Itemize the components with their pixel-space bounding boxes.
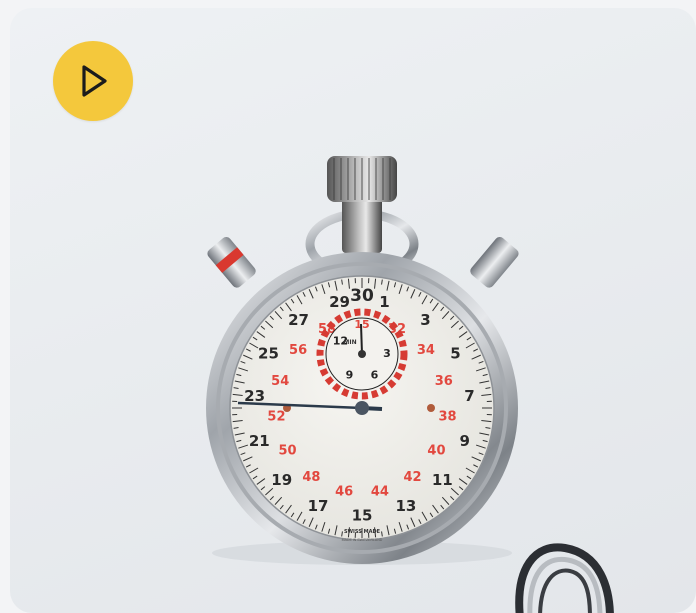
dial-number-red: 48 — [302, 470, 320, 485]
dial-number-red: 44 — [371, 485, 389, 500]
dial-number-red: 42 — [404, 470, 422, 485]
dial-number-black: 27 — [288, 311, 309, 329]
dial-number-red: 56 — [289, 343, 307, 358]
subdial-number: 9 — [346, 369, 354, 382]
dial-number-black: 9 — [459, 432, 469, 450]
play-icon — [82, 65, 107, 97]
dial-number-black: 17 — [308, 497, 329, 515]
subdial-number: 6 — [371, 369, 379, 382]
dial-number-red: 50 — [278, 444, 296, 459]
dial-number-black: 21 — [249, 432, 270, 450]
dial-number-top: 30 — [350, 286, 374, 306]
dial-number-black: 19 — [271, 471, 292, 489]
dial-number-black: 5 — [450, 345, 460, 363]
subdial-brand: MIN — [343, 339, 356, 346]
dial-number-red: 40 — [427, 444, 445, 459]
dial-number-red: 46 — [335, 485, 353, 500]
dial-number-black: 15 — [352, 507, 373, 525]
dial-number-red: 52 — [267, 409, 285, 424]
subdial-number: 3 — [383, 347, 391, 360]
dial-small-print: MADE IN SWITZERLAND — [342, 538, 383, 542]
dial-number-red: 38 — [438, 409, 456, 424]
dial-number-black: 7 — [464, 387, 474, 405]
dial-number-black: 25 — [258, 345, 279, 363]
dial-number-black: 11 — [432, 471, 453, 489]
dial-number-red: 36 — [435, 374, 453, 389]
dial-number-black: 13 — [395, 497, 416, 515]
dial-number-red: 54 — [271, 374, 289, 389]
dial-number-black: 29 — [329, 293, 350, 311]
dial-number-red: 34 — [417, 343, 435, 358]
dial-number-black: 1 — [379, 293, 389, 311]
media-card: 30 29 1 3 5 7 9 11 13 15 17 19 21 23 25 27 58 32 34 36 38 4… — [10, 8, 696, 613]
dial-number-black: 3 — [420, 311, 430, 329]
play-button[interactable] — [53, 41, 133, 121]
swiss-made-mark: SWISS MADE — [344, 529, 381, 535]
